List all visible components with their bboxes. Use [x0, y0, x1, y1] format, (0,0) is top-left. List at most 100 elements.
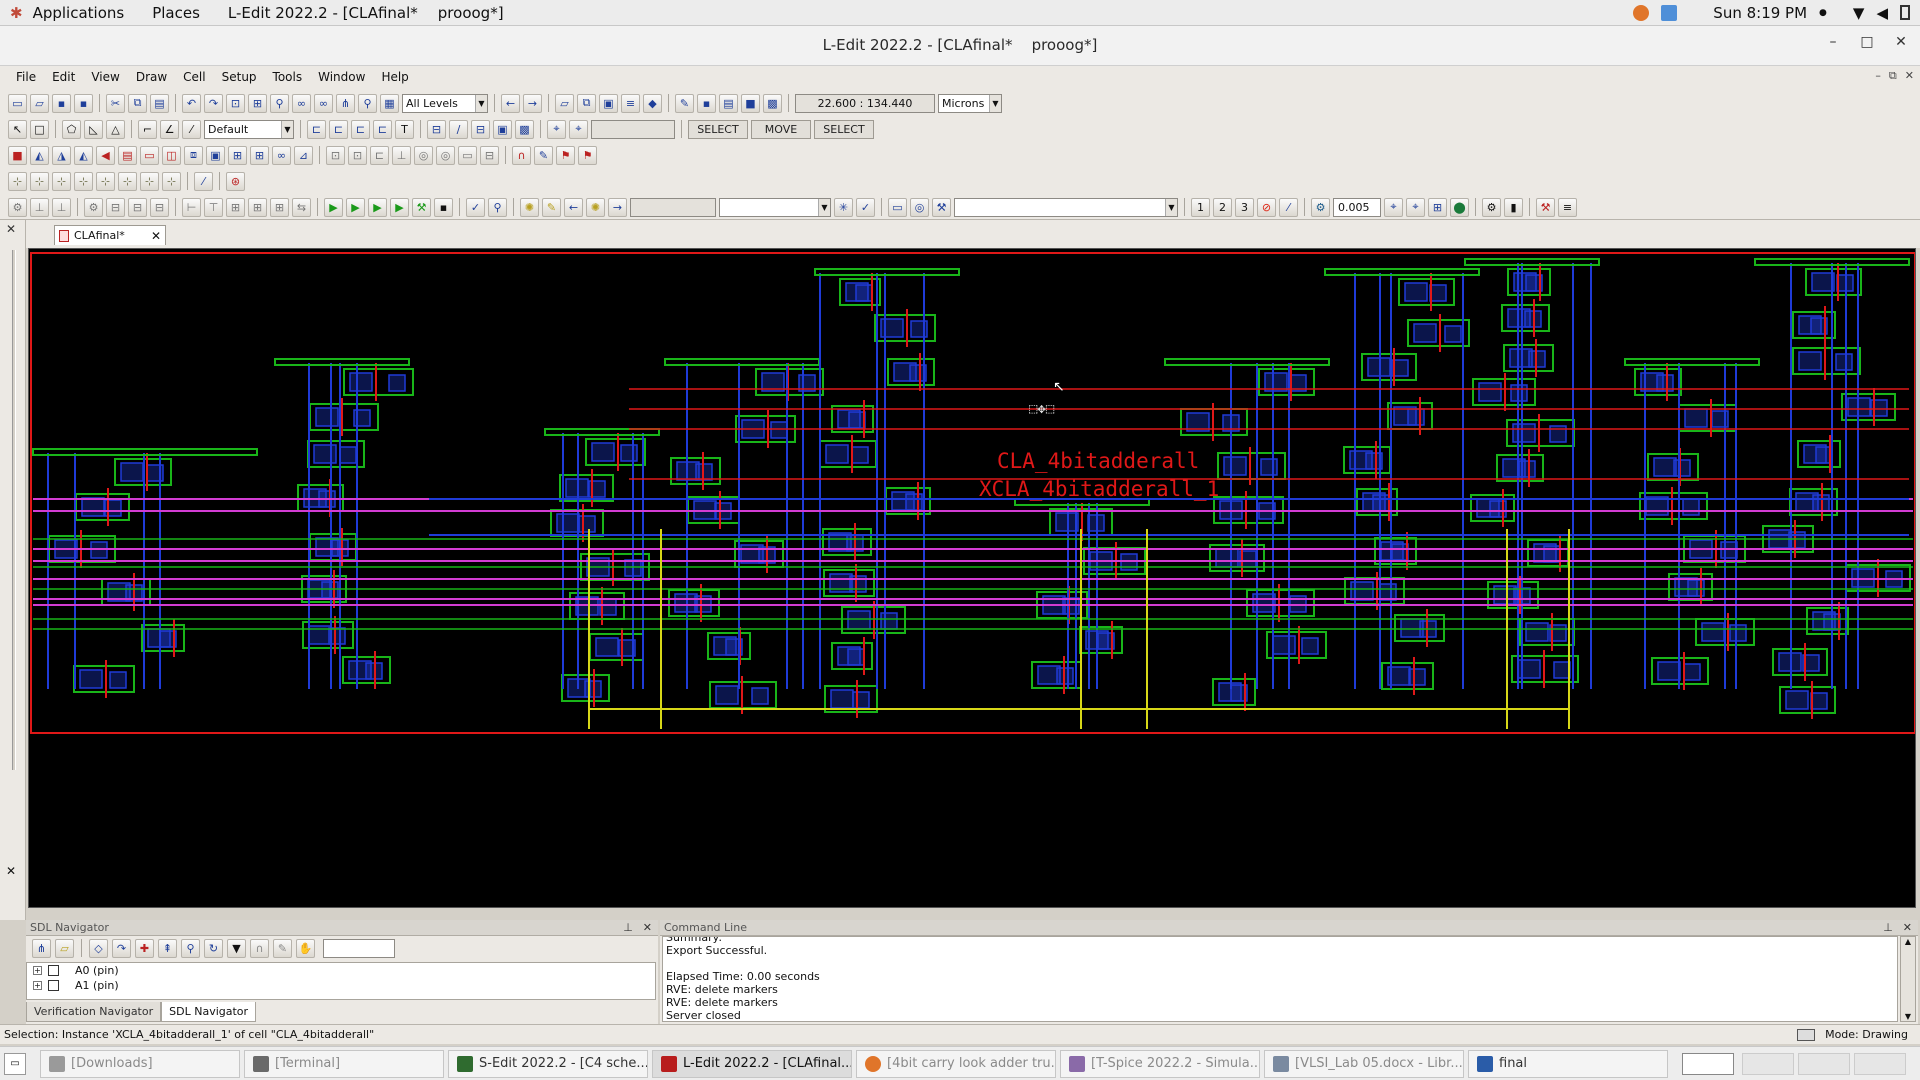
cell-hierarchy-icon[interactable]: ≡: [621, 93, 640, 113]
rotate-icon[interactable]: ◀: [96, 145, 115, 165]
cell-instance-icon[interactable]: ▣: [599, 93, 618, 113]
stack-icon[interactable]: ▤: [719, 93, 738, 113]
route-8-icon[interactable]: ⊹: [162, 171, 181, 191]
instance-icon[interactable]: ▣: [493, 119, 512, 139]
dim-tool-8-icon[interactable]: ⊟: [480, 145, 499, 165]
slice-icon[interactable]: ▭: [140, 145, 159, 165]
merge-icon[interactable]: ▤: [118, 145, 137, 165]
marker-select[interactable]: ▼: [719, 197, 831, 217]
ruler-icon[interactable]: ⊟: [427, 119, 446, 139]
search-icon[interactable]: ⚲: [358, 93, 377, 113]
clock[interactable]: Sun 8:19 PM: [1713, 4, 1807, 22]
scroll-up-icon[interactable]: ▲: [1901, 937, 1915, 946]
wire-any-icon[interactable]: ⁄: [182, 119, 201, 139]
task-s-edit[interactable]: S-Edit 2022.2 - [C4 sche...: [448, 1049, 648, 1078]
tree-item[interactable]: + A0 (pin): [27, 963, 655, 978]
pin-icon[interactable]: ⊥: [30, 197, 49, 217]
tree-icon[interactable]: ⋔: [32, 938, 51, 958]
route-6-icon[interactable]: ⊹: [118, 171, 137, 191]
tree-item[interactable]: + A1 (pin): [27, 978, 655, 993]
task-terminal[interactable]: [Terminal]: [244, 1049, 444, 1078]
workspace-3[interactable]: [1798, 1052, 1850, 1075]
mirror-icon[interactable]: ◭: [74, 145, 93, 165]
table-icon[interactable]: ⊞: [226, 197, 245, 217]
cell-open-icon[interactable]: ▱: [555, 93, 574, 113]
sdl-filter-input[interactable]: [323, 938, 395, 958]
command-scrollbar[interactable]: ▲ ▼: [1900, 936, 1916, 1022]
step-1-icon[interactable]: 1: [1191, 197, 1210, 217]
port-4-icon[interactable]: ⊏: [373, 119, 392, 139]
dim-tool-2-icon[interactable]: ⊡: [348, 145, 367, 165]
route-5-icon[interactable]: ⊹: [96, 171, 115, 191]
text-icon[interactable]: T: [395, 119, 414, 139]
menu-edit[interactable]: Edit: [44, 70, 83, 84]
location-pin-icon[interactable]: ⬤: [1450, 197, 1469, 217]
step-3-icon[interactable]: 3: [1235, 197, 1254, 217]
workspace-switcher[interactable]: [1682, 1052, 1734, 1075]
menu-window[interactable]: Window: [310, 70, 373, 84]
command-select[interactable]: ▼: [954, 197, 1178, 217]
levels-select[interactable]: All Levels ▼: [402, 93, 488, 113]
probe-icon[interactable]: ∩: [250, 938, 269, 958]
refresh-icon[interactable]: ↻: [204, 938, 223, 958]
dim-tool-1-icon[interactable]: ⊡: [326, 145, 345, 165]
ruler-2-icon[interactable]: ⊟: [471, 119, 490, 139]
mouse-middle-button[interactable]: MOVE: [751, 119, 811, 139]
mouse-left-button[interactable]: SELECT: [688, 119, 748, 139]
route-icon[interactable]: ⊹: [8, 171, 27, 191]
crosshair-icon[interactable]: ⌖: [1384, 197, 1403, 217]
route-net-icon[interactable]: ⇞: [158, 938, 177, 958]
style-select[interactable]: Default ▼: [204, 119, 294, 139]
grow-icon[interactable]: ⧈: [184, 145, 203, 165]
dim-tool-5-icon[interactable]: ◎: [414, 145, 433, 165]
pen-icon[interactable]: ✎: [273, 938, 292, 958]
wrench-2-icon[interactable]: ⚒: [1536, 197, 1555, 217]
measure-icon[interactable]: ⊿: [294, 145, 313, 165]
port-2-icon[interactable]: ⊏: [329, 119, 348, 139]
port-icon[interactable]: ⊏: [307, 119, 326, 139]
mdi-minimize-icon[interactable]: –: [1875, 69, 1881, 83]
save-icon[interactable]: ▪: [52, 93, 71, 113]
marker-field[interactable]: [630, 197, 716, 217]
expand-icon[interactable]: +: [33, 966, 42, 975]
settings-icon[interactable]: ⚙: [8, 197, 27, 217]
polygon-icon[interactable]: ⬠: [62, 119, 81, 139]
back-icon[interactable]: ←: [501, 93, 520, 113]
task-t-spice[interactable]: [T-Spice 2022.2 - Simula...: [1060, 1049, 1260, 1078]
active-window-name[interactable]: L-Edit 2022.2 - [CLAfinal*: [210, 4, 428, 22]
pin-icon[interactable]: ⊥: [623, 921, 633, 934]
polygon-45-icon[interactable]: ◺: [84, 119, 103, 139]
snap-2-icon[interactable]: ⌖: [569, 119, 588, 139]
pin-2-icon[interactable]: ⊥: [52, 197, 71, 217]
select-arrow-icon[interactable]: ↖: [8, 119, 27, 139]
show-desktop-icon[interactable]: ▭: [4, 1052, 26, 1075]
chain-icon[interactable]: ∞: [272, 145, 291, 165]
command-output[interactable]: Summary: Export Successful. Elapsed Time…: [662, 936, 1898, 1022]
tab-sdl-navigator[interactable]: SDL Navigator: [161, 1002, 257, 1022]
layout-2-icon[interactable]: ⊟: [128, 197, 147, 217]
pin-icon[interactable]: ⊥: [1883, 921, 1893, 934]
layout-3-icon[interactable]: ⊟: [150, 197, 169, 217]
zoom-box-icon[interactable]: ⊡: [226, 93, 245, 113]
wrench-icon[interactable]: ⚒: [932, 197, 951, 217]
mdi-restore-icon[interactable]: ⧉: [1889, 69, 1897, 83]
workspace-4[interactable]: [1854, 1052, 1906, 1075]
notification-tray-icon[interactable]: [1661, 4, 1678, 21]
route-2-icon[interactable]: ⊹: [30, 171, 49, 191]
gear-3-icon[interactable]: ⚙: [1482, 197, 1501, 217]
hand-icon[interactable]: ✋: [296, 938, 315, 958]
layers-icon[interactable]: ▦: [380, 93, 399, 113]
firefox-tray-icon[interactable]: [1633, 4, 1650, 21]
expand-icon[interactable]: +: [33, 981, 42, 990]
places-menu[interactable]: Places: [134, 4, 210, 22]
redo-icon[interactable]: ↷: [204, 93, 223, 113]
node-select-icon[interactable]: ◇: [89, 938, 108, 958]
search-icon[interactable]: ⚲: [181, 938, 200, 958]
menu-setup[interactable]: Setup: [214, 70, 265, 84]
cell-copy-icon[interactable]: ⧉: [577, 93, 596, 113]
wifi-icon[interactable]: ▼: [1853, 4, 1865, 22]
copy-icon[interactable]: ⧉: [128, 93, 147, 113]
drc-run-icon[interactable]: ▶: [324, 197, 343, 217]
terminal-icon[interactable]: ▪: [434, 197, 453, 217]
spacing-2-icon[interactable]: ⊤: [204, 197, 223, 217]
